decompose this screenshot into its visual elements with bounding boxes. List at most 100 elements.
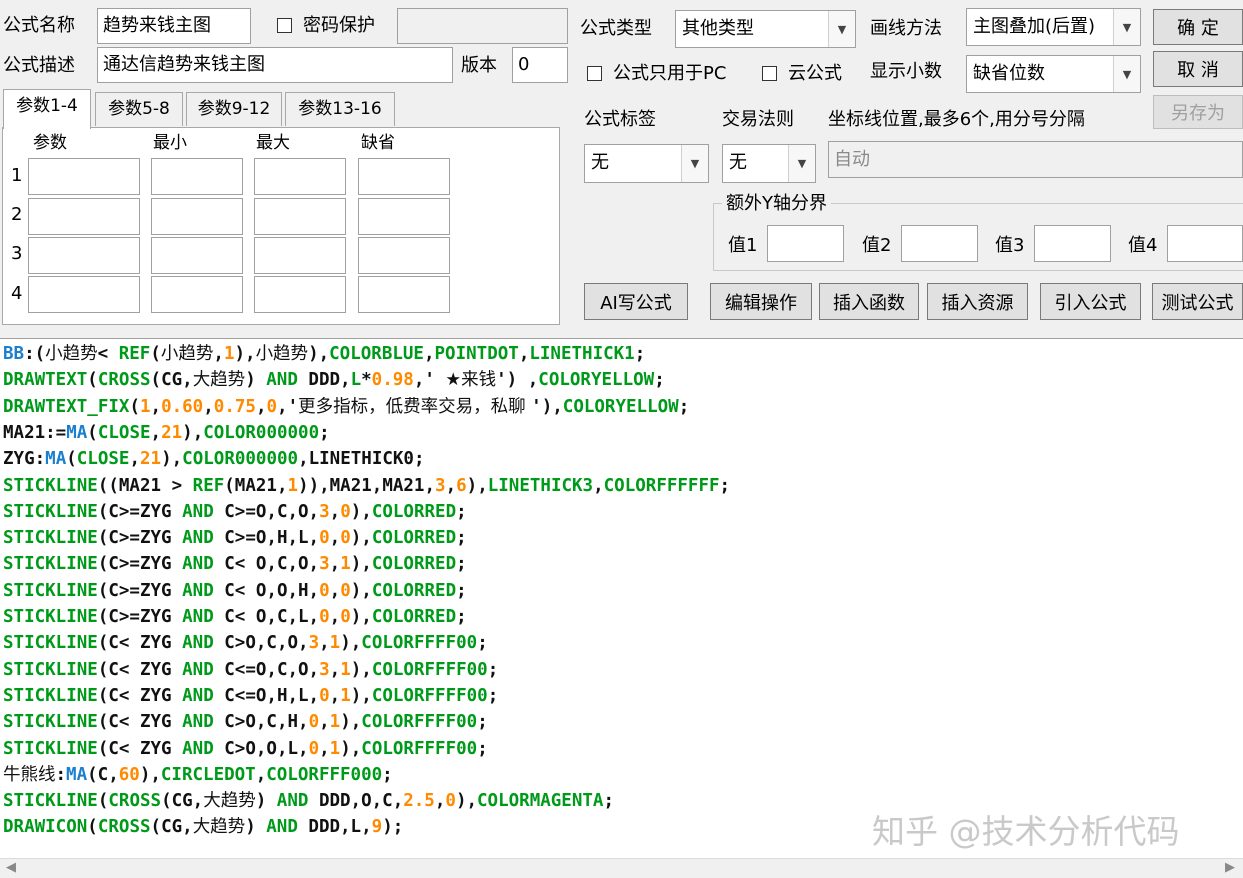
tab-params-9-12[interactable]: 参数9-12 bbox=[186, 92, 282, 126]
code-token: * bbox=[361, 370, 372, 391]
code-token: L bbox=[350, 370, 362, 391]
code-token: (C>=ZYG bbox=[97, 580, 183, 601]
code-token: 21 bbox=[140, 449, 162, 470]
param-2-max[interactable] bbox=[254, 198, 346, 235]
import-formula-button[interactable]: 引入公式 bbox=[1040, 283, 1141, 320]
code-token: 0 bbox=[319, 580, 330, 601]
code-token: COLORYELLOW bbox=[562, 396, 679, 417]
trade-rule-select[interactable]: 无 ▼ bbox=[722, 144, 816, 183]
param-1-name[interactable] bbox=[28, 158, 140, 195]
formula-desc-input[interactable]: 通达信趋势来钱主图 bbox=[97, 47, 453, 83]
horizontal-scrollbar[interactable]: ◀ ▶ bbox=[0, 858, 1243, 878]
code-token: CROSS bbox=[97, 370, 151, 391]
cloud-formula-checkbox[interactable] bbox=[762, 66, 777, 81]
code-line[interactable]: STICKLINE(C>=ZYG AND C< O,C,L,0,0),COLOR… bbox=[3, 604, 467, 630]
save-as-button[interactable]: 另存为 bbox=[1153, 95, 1243, 129]
code-token: 3 bbox=[319, 554, 330, 575]
cancel-button[interactable]: 取 消 bbox=[1153, 51, 1243, 87]
code-line[interactable]: DRAWICON(CROSS(CG,大趋势) AND DDD,L,9); bbox=[3, 814, 403, 840]
code-token: (C< ZYG bbox=[97, 633, 183, 654]
code-line[interactable]: ZYG:MA(CLOSE,21),COLOR000000,LINETHICK0; bbox=[3, 446, 425, 472]
insert-function-button[interactable]: 插入函数 bbox=[819, 283, 919, 320]
code-token: COLORFFF000 bbox=[266, 764, 383, 785]
tab-params-5-8[interactable]: 参数5-8 bbox=[95, 92, 183, 126]
code-line[interactable]: STICKLINE(C< ZYG AND C<=O,C,O,3,1),COLOR… bbox=[3, 657, 498, 683]
code-token: ), bbox=[466, 475, 488, 496]
code-line[interactable]: STICKLINE(C< ZYG AND C>O,C,O,3,1),COLORF… bbox=[3, 630, 488, 656]
ok-button[interactable]: 确 定 bbox=[1153, 9, 1243, 45]
code-token: ZYG: bbox=[3, 449, 46, 470]
code-line[interactable]: STICKLINE((MA21 > REF(MA21,1)),MA21,MA21… bbox=[3, 473, 730, 499]
code-line[interactable]: STICKLINE(C>=ZYG AND C< O,C,O,3,1),COLOR… bbox=[3, 551, 467, 577]
test-formula-button[interactable]: 测试公式 bbox=[1152, 283, 1243, 320]
chevron-down-icon: ▼ bbox=[828, 11, 855, 47]
code-line[interactable]: STICKLINE(C>=ZYG AND C>=O,H,L,0,0),COLOR… bbox=[3, 525, 467, 551]
version-input[interactable]: 0 bbox=[512, 47, 568, 83]
edit-operation-button[interactable]: 编辑操作 bbox=[710, 283, 812, 320]
code-line[interactable]: DRAWTEXT_FIX(1,0.60,0.75,0,'更多指标，低费率交易，私… bbox=[3, 394, 689, 420]
pc-only-checkbox[interactable] bbox=[587, 66, 602, 81]
code-editor[interactable]: BB:(小趋势< REF(小趋势,1),小趋势),COLORBLUE,POINT… bbox=[0, 338, 1243, 859]
param-4-max[interactable] bbox=[254, 276, 346, 313]
y-value-2-label: 值2 bbox=[862, 235, 892, 256]
param-1-max[interactable] bbox=[254, 158, 346, 195]
param-4-default[interactable] bbox=[358, 276, 450, 313]
code-token: LINETHICK3 bbox=[487, 475, 594, 496]
param-1-default[interactable] bbox=[358, 158, 450, 195]
code-line[interactable]: BB:(小趋势< REF(小趋势,1),小趋势),COLORBLUE,POINT… bbox=[3, 341, 645, 367]
password-checkbox[interactable] bbox=[277, 18, 292, 33]
param-4-min[interactable] bbox=[151, 276, 243, 313]
code-token: , bbox=[255, 396, 267, 417]
code-token: STICKLINE bbox=[3, 501, 98, 522]
param-3-min[interactable] bbox=[151, 237, 243, 274]
code-line[interactable]: DRAWTEXT(CROSS(CG,大趋势) AND DDD,L*0.98,' … bbox=[3, 367, 665, 393]
insert-resource-button[interactable]: 插入资源 bbox=[927, 283, 1028, 320]
code-line[interactable]: STICKLINE(C< ZYG AND C>O,O,L,0,1),COLORF… bbox=[3, 736, 488, 762]
code-line[interactable]: STICKLINE(C< ZYG AND C>O,C,H,0,1),COLORF… bbox=[3, 709, 488, 735]
code-line[interactable]: MA21:=MA(CLOSE,21),COLOR000000; bbox=[3, 420, 330, 446]
param-3-max[interactable] bbox=[254, 237, 346, 274]
param-2-min[interactable] bbox=[151, 198, 243, 235]
param-3-default[interactable] bbox=[358, 237, 450, 274]
y-value-4-input[interactable] bbox=[1167, 225, 1243, 262]
code-token: (C< ZYG bbox=[97, 685, 183, 706]
tab-params-1-4[interactable]: 参数1-4 bbox=[3, 89, 91, 129]
y-value-1-input[interactable] bbox=[767, 225, 844, 262]
code-line[interactable]: 牛熊线:MA(C,60),CIRCLEDOT,COLORFFF000; bbox=[3, 762, 393, 788]
code-line[interactable]: STICKLINE(C>=ZYG AND C< O,O,H,0,0),COLOR… bbox=[3, 578, 467, 604]
y-value-2-input[interactable] bbox=[901, 225, 978, 262]
scroll-right-icon[interactable]: ▶ bbox=[1225, 860, 1235, 875]
y-value-3-input[interactable] bbox=[1034, 225, 1111, 262]
code-token: 大趋势 bbox=[192, 370, 246, 391]
code-token: MA21:= bbox=[3, 422, 67, 443]
code-token: (C< ZYG bbox=[97, 738, 183, 759]
param-2-name[interactable] bbox=[28, 198, 140, 235]
param-3-name[interactable] bbox=[28, 237, 140, 274]
formula-name-input[interactable]: 趋势来钱主图 bbox=[97, 8, 251, 44]
draw-method-value: 主图叠加(后置) bbox=[973, 16, 1096, 37]
name-label: 公式名称 bbox=[3, 15, 75, 36]
code-line[interactable]: STICKLINE(CROSS(CG,大趋势) AND DDD,O,C,2.5,… bbox=[3, 788, 614, 814]
formula-type-select[interactable]: 其他类型 ▼ bbox=[675, 10, 856, 48]
decimal-select[interactable]: 缺省位数 ▼ bbox=[966, 55, 1141, 93]
code-token: ; bbox=[477, 633, 488, 654]
code-token: , bbox=[434, 791, 446, 812]
code-line[interactable]: STICKLINE(C>=ZYG AND C>=O,C,O,3,0),COLOR… bbox=[3, 499, 467, 525]
param-4-name[interactable] bbox=[28, 276, 140, 313]
code-token: ; bbox=[634, 344, 646, 364]
code-token: ( bbox=[97, 791, 109, 812]
draw-method-select[interactable]: 主图叠加(后置) ▼ bbox=[966, 8, 1141, 46]
tab-params-13-16[interactable]: 参数13-16 bbox=[285, 92, 395, 126]
tag-select[interactable]: 无 ▼ bbox=[584, 144, 709, 183]
code-token: ( bbox=[87, 370, 98, 391]
ai-write-button[interactable]: AI写公式 bbox=[584, 283, 688, 320]
code-line[interactable]: STICKLINE(C< ZYG AND C<=O,H,L,0,1),COLOR… bbox=[3, 683, 498, 709]
password-label: 密码保护 bbox=[303, 15, 375, 36]
param-1-min[interactable] bbox=[151, 158, 243, 195]
scroll-left-icon[interactable]: ◀ bbox=[6, 860, 16, 875]
cloud-formula-label: 云公式 bbox=[788, 63, 842, 84]
code-token: , bbox=[329, 528, 341, 549]
code-token: (C>=ZYG bbox=[97, 528, 183, 549]
param-2-default[interactable] bbox=[358, 198, 450, 235]
coord-line-input[interactable]: 自动 bbox=[828, 141, 1243, 178]
